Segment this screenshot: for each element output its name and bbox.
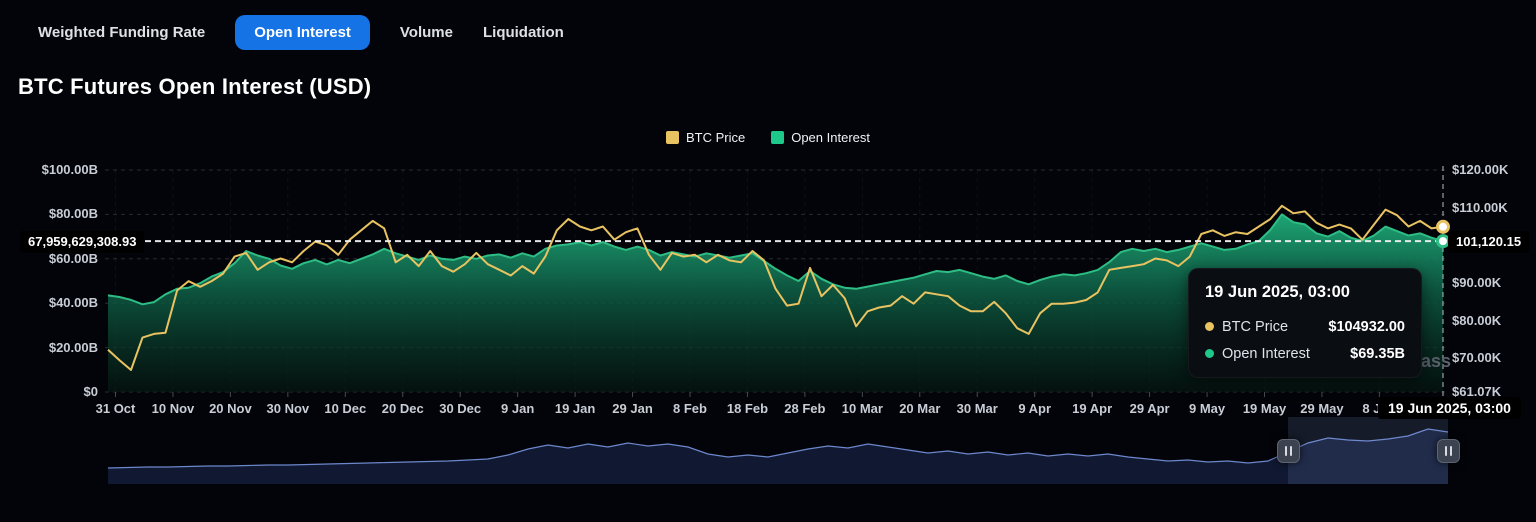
legend-label-btc-price: BTC Price [686,130,745,145]
x-axis-label: 9 Jan [501,401,534,416]
tooltip-date: 19 Jun 2025, 03:00 [1205,283,1405,302]
x-axis-label: 20 Nov [209,401,252,416]
tooltip-label: Open Interest [1222,346,1310,362]
pause-bar-icon [1445,446,1447,456]
x-axis-label: 8 Feb [673,401,707,416]
x-axis-label: 10 Mar [842,401,883,416]
legend-item-open-interest[interactable]: Open Interest [771,130,870,145]
tooltip-value: $69.35B [1350,346,1405,362]
btc-price-dot-icon [1205,322,1214,331]
page-title: BTC Futures Open Interest (USD) [18,74,371,100]
chart-tooltip: 19 Jun 2025, 03:00 BTC Price $104932.00 … [1188,268,1422,378]
y-axis-label: $70.00K [1452,350,1501,365]
open-interest-swatch-icon [771,131,784,144]
x-axis-label: 10 Dec [324,401,366,416]
navigator-right-handle[interactable] [1437,439,1460,463]
tooltip-row-btc-price: BTC Price $104932.00 [1205,313,1405,340]
x-axis-label: 19 May [1243,401,1286,416]
btc-price-swatch-icon [666,131,679,144]
y-axis-label: $90.00K [1452,275,1501,290]
chart-legend: BTC Price Open Interest [0,130,1536,145]
x-axis-label: 20 Dec [382,401,424,416]
legend-item-btc-price[interactable]: BTC Price [666,130,745,145]
y-axis-label: $80.00K [1452,313,1501,328]
tab-open-interest[interactable]: Open Interest [235,15,370,50]
pause-bar-icon [1450,446,1452,456]
x-axis-label: 30 Dec [439,401,481,416]
y-axis-label: $0 [0,384,98,399]
x-axis-label: 28 Feb [784,401,825,416]
x-axis-label: 31 Oct [96,401,136,416]
x-axis-label: 9 Apr [1018,401,1051,416]
y-axis-label: $20.00B [0,340,98,355]
pause-bar-icon [1285,446,1287,456]
tooltip-value: $104932.00 [1328,319,1405,335]
open-interest-dot-icon [1205,349,1214,358]
navigator[interactable] [108,417,1448,484]
x-axis-label: 29 Jan [612,401,652,416]
y-axis-label: $80.00B [0,206,98,221]
open-interest-last-dot [1438,236,1449,247]
oi-current-value-badge: 67,959,629,308.93 [20,231,144,253]
watermark: ass [1421,351,1451,372]
tooltip-row-open-interest: Open Interest $69.35B [1205,340,1405,367]
tab-bar: Weighted Funding Rate Open Interest Volu… [38,15,564,50]
open-interest-dashboard: Weighted Funding Rate Open Interest Volu… [0,0,1536,522]
x-axis-label: 9 May [1189,401,1225,416]
navigator-left-handle[interactable] [1277,439,1300,463]
x-axis-label: 10 Nov [152,401,195,416]
crosshair-date-badge: 19 Jun 2025, 03:00 [1378,397,1521,419]
tab-volume[interactable]: Volume [400,15,453,50]
y-axis-label: $60.00B [0,251,98,266]
x-axis-label: 18 Feb [727,401,768,416]
tooltip-label: BTC Price [1222,319,1288,335]
x-axis-label: 30 Nov [267,401,310,416]
x-axis-label: 19 Apr [1072,401,1112,416]
tab-liquidation[interactable]: Liquidation [483,15,564,50]
x-axis-label: 20 Mar [899,401,940,416]
x-axis-label: 29 Apr [1130,401,1170,416]
y-axis-label: $110.00K [1452,200,1508,215]
x-axis-label: 29 May [1300,401,1343,416]
y-axis-label: $100.00B [0,162,98,177]
tab-weighted-funding-rate[interactable]: Weighted Funding Rate [38,15,205,50]
price-current-value-badge: 101,120.15 [1448,231,1529,253]
y-axis-label: $40.00B [0,295,98,310]
legend-label-open-interest: Open Interest [791,130,870,145]
x-axis-label: 19 Jan [555,401,595,416]
btc-price-last-dot [1438,221,1449,232]
y-axis-label: $120.00K [1452,162,1508,177]
x-axis-label: 30 Mar [957,401,998,416]
pause-bar-icon [1290,446,1292,456]
